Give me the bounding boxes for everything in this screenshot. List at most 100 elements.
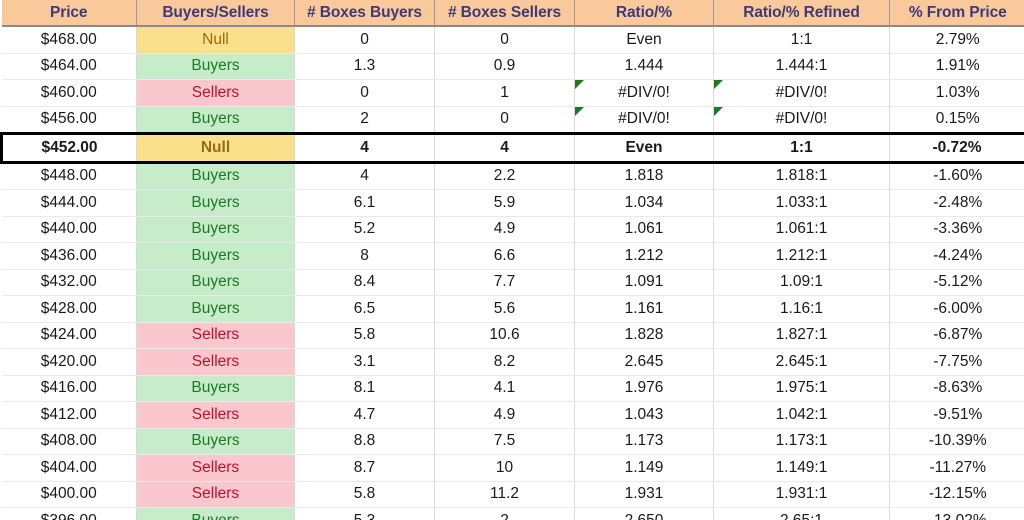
table-row[interactable]: $460.00 Sellers 0 1 #DIV/0! #DIV/0! 1.03% [1, 79, 1024, 107]
cell-ratio[interactable]: 2.645 [574, 348, 714, 376]
cell-price[interactable]: $432.00 [1, 269, 137, 296]
cell-signal[interactable]: Sellers [136, 454, 295, 482]
cell-from-price[interactable]: -6.87% [889, 322, 1024, 349]
cell-signal[interactable]: Buyers [136, 189, 295, 217]
cell-ratio-refined[interactable]: 2.65:1 [713, 507, 890, 520]
cell-ratio[interactable]: 2.650 [574, 507, 714, 520]
cell-from-price[interactable]: -12.15% [889, 481, 1024, 508]
cell-ratio-refined[interactable]: #DIV/0! [713, 79, 890, 107]
cell-ratio-refined[interactable]: 1:1 [713, 132, 890, 164]
cell-boxes-buyers[interactable]: 8.8 [294, 428, 435, 455]
cell-price[interactable]: $408.00 [1, 428, 137, 455]
cell-boxes-sellers[interactable]: 10 [434, 454, 575, 482]
cell-price[interactable]: $448.00 [1, 162, 137, 190]
cell-from-price[interactable]: -2.48% [889, 189, 1024, 217]
cell-ratio[interactable]: #DIV/0! [574, 79, 714, 107]
cell-ratio[interactable]: 1.931 [574, 481, 714, 508]
cell-boxes-sellers[interactable]: 0.9 [434, 53, 575, 80]
cell-ratio-refined[interactable]: 2.645:1 [713, 348, 890, 376]
cell-price[interactable]: $464.00 [1, 53, 137, 80]
table-row[interactable]: $404.00 Sellers 8.7 10 1.149 1.149:1 -11.27% [1, 454, 1024, 482]
cell-signal[interactable]: Buyers [136, 375, 295, 402]
cell-ratio-refined[interactable]: 1.975:1 [713, 375, 890, 402]
table-row[interactable]: $452.00 Null 4 4 Even 1:1 -0.72% [0, 132, 1024, 164]
cell-from-price[interactable]: -8.63% [889, 375, 1024, 402]
cell-price[interactable]: $396.00 [1, 507, 137, 520]
cell-ratio-refined[interactable]: 1.09:1 [713, 269, 890, 296]
cell-price[interactable]: $400.00 [1, 481, 137, 508]
cell-signal[interactable]: Buyers [136, 242, 295, 270]
cell-ratio[interactable]: 1.212 [574, 242, 714, 270]
cell-from-price[interactable]: -3.36% [889, 216, 1024, 243]
cell-signal[interactable]: Sellers [136, 401, 295, 429]
cell-boxes-buyers[interactable]: 8.4 [294, 269, 435, 296]
cell-boxes-sellers[interactable]: 7.7 [434, 269, 575, 296]
cell-from-price[interactable]: -0.72% [889, 132, 1024, 164]
cell-boxes-sellers[interactable]: 2 [434, 507, 575, 520]
cell-boxes-sellers[interactable]: 5.6 [434, 295, 575, 323]
table-row[interactable]: $456.00 Buyers 2 0 #DIV/0! #DIV/0! 0.15% [1, 106, 1024, 134]
cell-from-price[interactable]: -5.12% [889, 269, 1024, 296]
cell-boxes-sellers[interactable]: 5.9 [434, 189, 575, 217]
cell-boxes-buyers[interactable]: 8.7 [294, 454, 435, 482]
cell-price[interactable]: $456.00 [1, 106, 137, 134]
cell-ratio-refined[interactable]: 1.042:1 [713, 401, 890, 429]
cell-from-price[interactable]: 1.91% [889, 53, 1024, 80]
cell-signal[interactable]: Buyers [136, 106, 295, 134]
cell-boxes-buyers[interactable]: 8.1 [294, 375, 435, 402]
cell-signal[interactable]: Sellers [136, 481, 295, 508]
cell-price[interactable]: $416.00 [1, 375, 137, 402]
cell-signal[interactable]: Null [136, 132, 295, 164]
cell-boxes-sellers[interactable]: 0 [434, 106, 575, 134]
table-row[interactable]: $440.00 Buyers 5.2 4.9 1.061 1.061:1 -3.36% [1, 216, 1024, 243]
table-row[interactable]: $416.00 Buyers 8.1 4.1 1.976 1.975:1 -8.63% [1, 375, 1024, 402]
table-row[interactable]: $436.00 Buyers 8 6.6 1.212 1.212:1 -4.24% [1, 242, 1024, 270]
cell-from-price[interactable]: 1.03% [889, 79, 1024, 107]
table-row[interactable]: $412.00 Sellers 4.7 4.9 1.043 1.042:1 -9.51% [1, 401, 1024, 429]
cell-price[interactable]: $444.00 [1, 189, 137, 217]
column-header-ratio-refined[interactable]: Ratio/% Refined [713, 0, 890, 27]
cell-boxes-buyers[interactable]: 0 [294, 26, 435, 54]
cell-ratio[interactable]: 1.043 [574, 401, 714, 429]
table-row[interactable]: $420.00 Sellers 3.1 8.2 2.645 2.645:1 -7.75% [1, 348, 1024, 376]
cell-ratio[interactable]: 1.161 [574, 295, 714, 323]
cell-boxes-buyers[interactable]: 6.1 [294, 189, 435, 217]
cell-boxes-sellers[interactable]: 0 [434, 26, 575, 54]
cell-boxes-buyers[interactable]: 8 [294, 242, 435, 270]
cell-boxes-sellers[interactable]: 11.2 [434, 481, 575, 508]
cell-boxes-sellers[interactable]: 8.2 [434, 348, 575, 376]
column-header-from-price[interactable]: % From Price [889, 0, 1024, 27]
cell-boxes-buyers[interactable]: 5.8 [294, 481, 435, 508]
cell-boxes-sellers[interactable]: 4.1 [434, 375, 575, 402]
cell-from-price[interactable]: 2.79% [889, 26, 1024, 54]
cell-signal[interactable]: Null [136, 26, 295, 54]
cell-boxes-buyers[interactable]: 5.3 [294, 507, 435, 520]
table-row[interactable]: $464.00 Buyers 1.3 0.9 1.444 1.444:1 1.91% [1, 53, 1024, 80]
cell-ratio[interactable]: Even [574, 132, 714, 164]
cell-signal[interactable]: Sellers [136, 79, 295, 107]
cell-price[interactable]: $452.00 [0, 132, 137, 164]
table-row[interactable]: $468.00 Null 0 0 Even 1:1 2.79% [1, 26, 1024, 54]
cell-boxes-buyers[interactable]: 3.1 [294, 348, 435, 376]
cell-price[interactable]: $420.00 [1, 348, 137, 376]
cell-ratio-refined[interactable]: 1.827:1 [713, 322, 890, 349]
cell-from-price[interactable]: -13.02% [889, 507, 1024, 520]
cell-from-price[interactable]: -6.00% [889, 295, 1024, 323]
cell-boxes-buyers[interactable]: 6.5 [294, 295, 435, 323]
table-row[interactable]: $428.00 Buyers 6.5 5.6 1.161 1.16:1 -6.00% [1, 295, 1024, 323]
table-row[interactable]: $400.00 Sellers 5.8 11.2 1.931 1.931:1 -12.15% [1, 481, 1024, 508]
cell-ratio[interactable]: #DIV/0! [574, 106, 714, 134]
cell-boxes-sellers[interactable]: 4.9 [434, 216, 575, 243]
cell-boxes-buyers[interactable]: 2 [294, 106, 435, 134]
cell-signal[interactable]: Sellers [136, 322, 295, 349]
table-row[interactable]: $432.00 Buyers 8.4 7.7 1.091 1.09:1 -5.12% [1, 269, 1024, 296]
table-row[interactable]: $444.00 Buyers 6.1 5.9 1.034 1.033:1 -2.48% [1, 189, 1024, 217]
cell-price[interactable]: $428.00 [1, 295, 137, 323]
cell-price[interactable]: $424.00 [1, 322, 137, 349]
cell-ratio-refined[interactable]: 1.061:1 [713, 216, 890, 243]
cell-ratio-refined[interactable]: 1.818:1 [713, 162, 890, 190]
cell-price[interactable]: $436.00 [1, 242, 137, 270]
cell-ratio[interactable]: 1.173 [574, 428, 714, 455]
cell-signal[interactable]: Buyers [136, 216, 295, 243]
cell-ratio[interactable]: Even [574, 26, 714, 54]
